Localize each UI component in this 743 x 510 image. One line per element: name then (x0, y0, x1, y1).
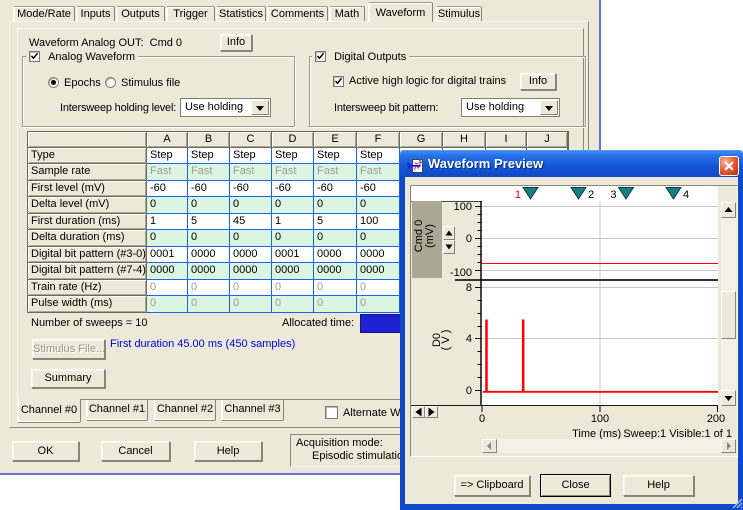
svg-text:100: 100 (591, 413, 609, 425)
svg-text:8: 8 (466, 282, 472, 294)
svg-text:200: 200 (707, 413, 725, 425)
svg-text:0: 0 (479, 413, 485, 425)
svg-text:1: 1 (515, 189, 521, 201)
svg-text:4: 4 (683, 189, 689, 201)
svg-text:2: 2 (588, 189, 594, 201)
svg-text:100: 100 (454, 201, 472, 213)
svg-text:4: 4 (466, 333, 472, 345)
svg-text:0: 0 (466, 233, 472, 245)
svg-text:-100: -100 (450, 267, 472, 279)
svg-text:3: 3 (610, 189, 616, 201)
svg-text:0: 0 (466, 385, 472, 397)
